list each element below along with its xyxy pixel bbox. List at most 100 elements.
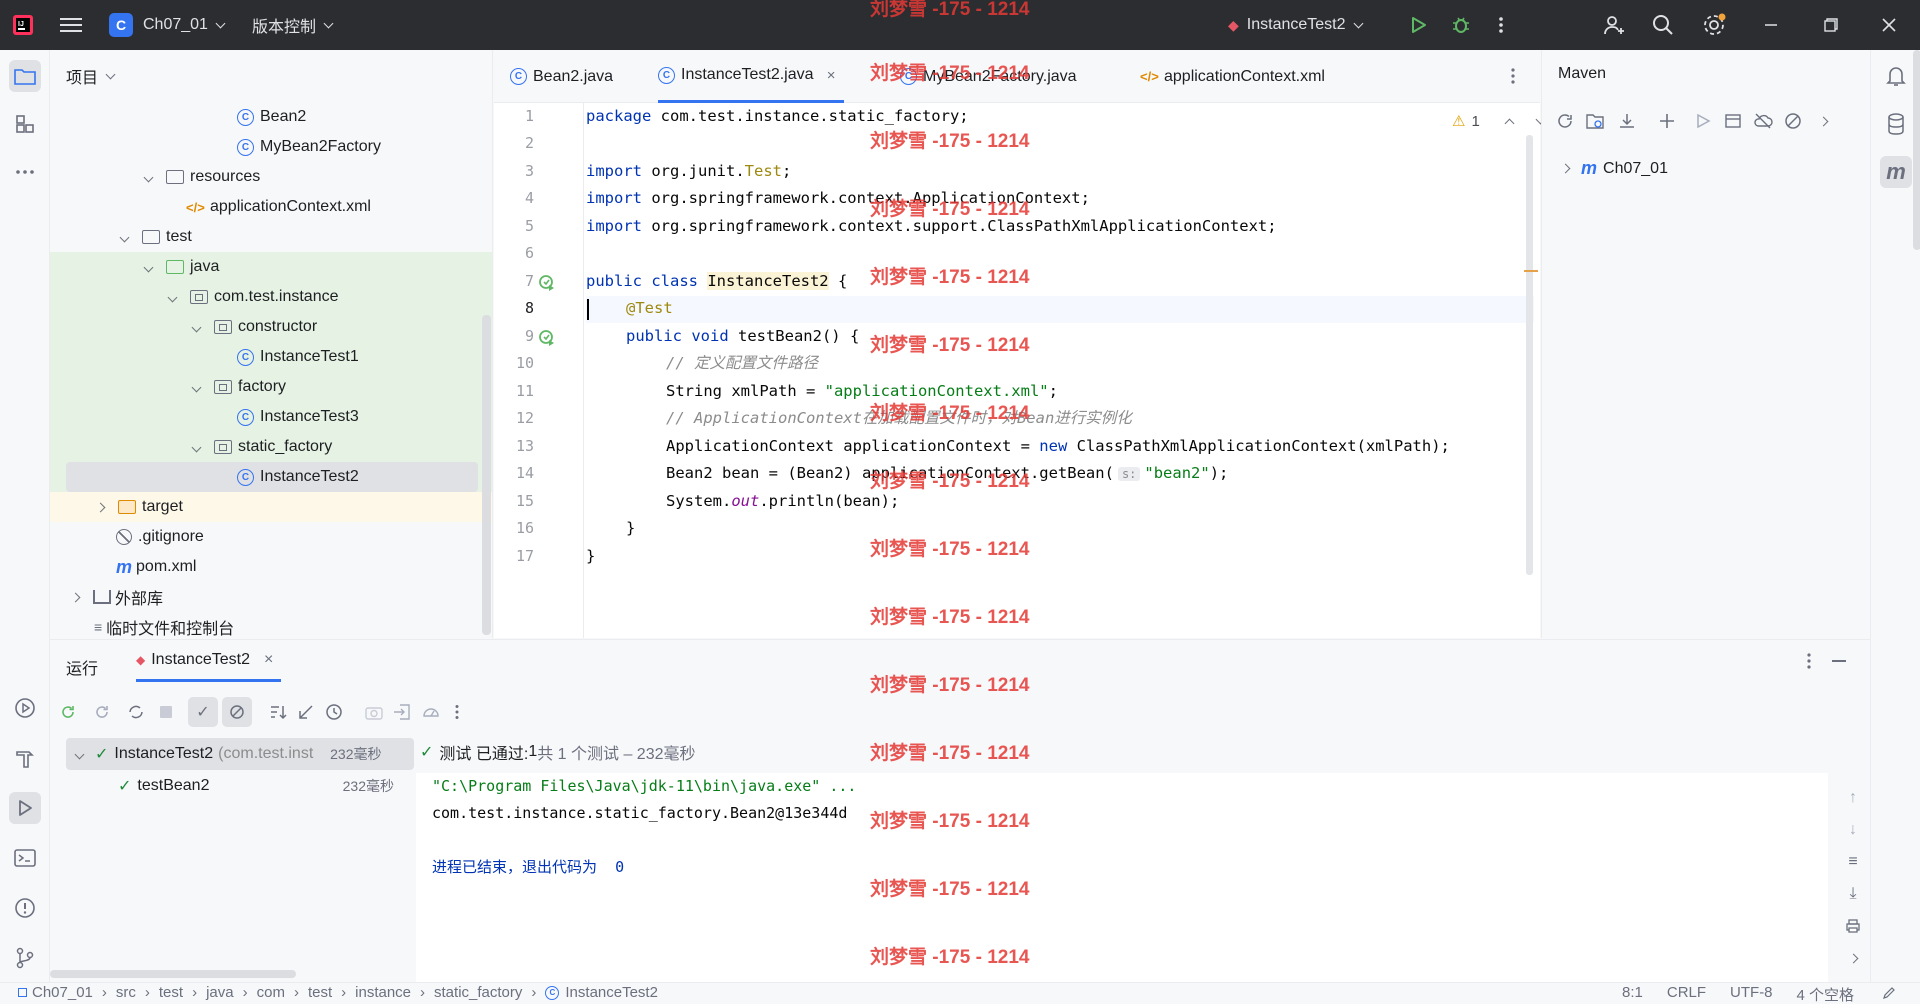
tree-item-static-factory[interactable]: static_factory [50, 432, 492, 462]
run-tab-instancetest2[interactable]: ◆ InstanceTest2 × [136, 640, 282, 682]
tab-bean2-java[interactable]: C Bean2.java [510, 50, 613, 103]
tree-item-resources[interactable]: resources [50, 162, 492, 192]
code-with-me-button[interactable] [1602, 0, 1626, 50]
minimize-button[interactable] [1764, 0, 1778, 50]
sort-button[interactable] [267, 701, 289, 723]
restore-button[interactable] [1824, 0, 1838, 50]
readonly-lock-button[interactable] [1882, 986, 1896, 1004]
maven-project-ch07-01[interactable]: m Ch07_01 [1560, 158, 1668, 179]
console-output[interactable]: "C:\Program Files\Java\jdk-11\bin\java.e… [416, 773, 1828, 983]
more-tools-button[interactable] [9, 156, 41, 188]
tree-item-target[interactable]: target [50, 492, 492, 522]
build-tool-button[interactable] [9, 742, 41, 774]
tree-item-scratches[interactable]: ≡ 临时文件和控制台 [50, 612, 492, 638]
console-more-button[interactable] [1842, 947, 1864, 969]
run-tool-button[interactable] [9, 792, 41, 824]
breadcrumb-item[interactable]: test [159, 984, 183, 1001]
breadcrumb-item[interactable]: instance [355, 984, 411, 1001]
run-maven-goal-button[interactable] [1692, 110, 1714, 132]
soft-wrap-button[interactable]: ≡ [1842, 851, 1864, 873]
tree-item-java[interactable]: java [50, 252, 492, 282]
scroll-up-button[interactable]: ↑ [1842, 787, 1864, 809]
tree-item-gitignore[interactable]: .gitignore [50, 522, 492, 552]
download-sources-button[interactable] [1616, 110, 1638, 132]
problems-tool-button[interactable] [9, 892, 41, 924]
tree-item-pom-xml[interactable]: m pom.xml [50, 552, 492, 582]
breadcrumb-item[interactable]: InstanceTest2 [565, 984, 658, 1001]
scroll-down-button[interactable]: ↓ [1842, 819, 1864, 841]
breadcrumb-item[interactable]: java [206, 984, 234, 1001]
run-config-selector[interactable]: ◆ InstanceTest2 [1228, 0, 1363, 50]
skip-tests-button[interactable] [1782, 110, 1804, 132]
settings-button[interactable] [1702, 0, 1726, 50]
test-result-testbean2[interactable]: ✓ testBean2 232毫秒 [66, 771, 414, 801]
vcs-menu[interactable]: 版本控制 [252, 0, 334, 50]
execute-goal-button[interactable] [1722, 110, 1744, 132]
breadcrumb-item[interactable]: Ch07_01 [32, 984, 93, 1001]
breadcrumb-item[interactable]: test [308, 984, 332, 1001]
tab-instancetest2-java[interactable]: C InstanceTest2.java × [658, 50, 844, 103]
database-button[interactable] [1880, 108, 1912, 140]
tabs-more-button[interactable] [1510, 67, 1516, 90]
project-scrollbar[interactable] [482, 315, 491, 635]
stop-button[interactable] [155, 701, 177, 723]
structure-tool-button[interactable] [9, 108, 41, 140]
run-panel-options-button[interactable] [1806, 652, 1812, 675]
close-window-button[interactable] [1882, 0, 1896, 50]
file-encoding[interactable]: UTF-8 [1730, 984, 1773, 1004]
reload-button[interactable] [1554, 110, 1576, 132]
tree-item-external-libraries[interactable]: 外部库 [50, 582, 492, 612]
show-passed-button[interactable]: ✓ [188, 697, 218, 727]
tree-item-label[interactable]: InstanceTest2 [260, 468, 359, 486]
hide-panel-button[interactable] [1832, 660, 1846, 662]
git-tool-button[interactable] [9, 942, 41, 974]
tree-item-constructor[interactable]: constructor [50, 312, 492, 342]
inspection-widget[interactable]: ⚠ 1 [1452, 112, 1546, 130]
generate-sources-button[interactable] [1584, 110, 1606, 132]
print-button[interactable] [1842, 915, 1864, 937]
export-results-button[interactable] [363, 701, 385, 723]
tree-item-factory[interactable]: factory [50, 372, 492, 402]
right-strip-scrollbar[interactable] [1913, 50, 1920, 250]
test-result-instancetest2[interactable]: ✓ InstanceTest2 (com.test.inst 232毫秒 [66, 738, 414, 770]
project-tool-button[interactable] [9, 60, 41, 92]
import-results-button[interactable] [391, 701, 413, 723]
terminal-tool-button[interactable] [9, 842, 41, 874]
tab-applicationcontext-xml[interactable]: </> applicationContext.xml [1140, 50, 1325, 103]
line-ending[interactable]: CRLF [1667, 984, 1706, 1004]
run-button[interactable] [1409, 0, 1427, 50]
close-tab-icon[interactable]: × [827, 67, 836, 84]
tree-item-mybean2factory[interactable]: C MyBean2Factory [50, 132, 492, 162]
editor-scrollbar[interactable] [1526, 135, 1533, 575]
tree-item-com-test-instance[interactable]: com.test.instance [50, 282, 492, 312]
test-history-button[interactable] [323, 701, 345, 723]
tree-item-instancetest1[interactable]: C InstanceTest1 [50, 342, 492, 372]
breadcrumb-item[interactable]: com [257, 984, 285, 1001]
caret-position[interactable]: 8:1 [1622, 984, 1643, 1004]
rerun-failed-button[interactable] [91, 701, 113, 723]
notifications-button[interactable] [1880, 60, 1912, 92]
project-view-selector[interactable]: 项目 [66, 64, 116, 88]
breadcrumb-item[interactable]: src [116, 984, 136, 1001]
tree-item-bean2[interactable]: C Bean2 [50, 102, 492, 132]
main-menu-button[interactable] [60, 0, 82, 50]
more-maven-actions-button[interactable] [1812, 110, 1834, 132]
debug-button[interactable] [1451, 0, 1471, 50]
run-toolbar-more-button[interactable] [446, 701, 468, 723]
close-tab-icon[interactable]: × [264, 651, 273, 669]
tree-item-applicationcontext-xml[interactable]: </> applicationContext.xml [50, 192, 492, 222]
test-tree-scrollbar[interactable] [50, 970, 296, 978]
rerun-button[interactable] [57, 701, 79, 723]
search-button[interactable] [1652, 0, 1674, 50]
chevron-up-icon[interactable] [1504, 118, 1515, 128]
project-selector[interactable]: C Ch07_01 [109, 0, 226, 50]
offline-mode-button[interactable] [1752, 110, 1774, 132]
breadcrumb-item[interactable]: static_factory [434, 984, 522, 1001]
add-maven-project-button[interactable] [1656, 110, 1678, 132]
tree-item-instancetest3[interactable]: C InstanceTest3 [50, 402, 492, 432]
toggle-auto-test-button[interactable] [125, 701, 147, 723]
services-tool-button[interactable] [9, 692, 41, 724]
indent-setting[interactable]: 4 个空格 [1797, 984, 1855, 1004]
scroll-to-end-button[interactable]: ⤓ [1842, 883, 1864, 905]
collapse-all-button[interactable] [295, 701, 317, 723]
